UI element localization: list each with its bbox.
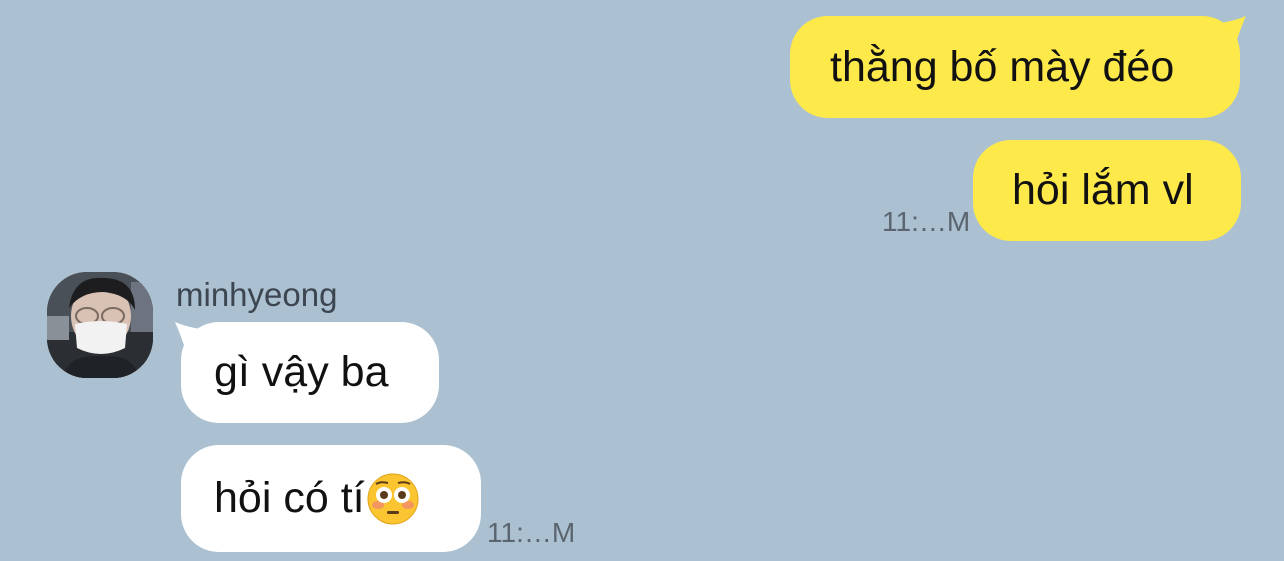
incoming-message-bubble[interactable]: gì vậy ba — [181, 322, 439, 423]
message-text: gì vậy ba — [214, 348, 389, 396]
chat-area: thằng bố mày đéo hỏi lắm vl 11:…M minhye… — [0, 0, 1284, 561]
avatar[interactable] — [47, 272, 153, 378]
outgoing-message-bubble[interactable]: hỏi lắm vl — [973, 140, 1241, 241]
avatar-photo-icon — [47, 272, 153, 378]
message-text: hỏi có tí — [214, 474, 365, 522]
message-text: thằng bố mày đéo — [830, 42, 1175, 91]
outgoing-message-bubble[interactable]: thằng bố mày đéo — [790, 16, 1240, 118]
incoming-message-bubble[interactable]: hỏi có tí — [181, 445, 481, 552]
message-timestamp: 11:…M — [882, 206, 971, 237]
flushed-face-emoji-icon — [367, 473, 419, 524]
message-text: hỏi lắm vl — [1012, 166, 1194, 214]
message-timestamp: 11:…M — [487, 517, 576, 548]
sender-name[interactable]: minhyeong — [176, 276, 337, 314]
